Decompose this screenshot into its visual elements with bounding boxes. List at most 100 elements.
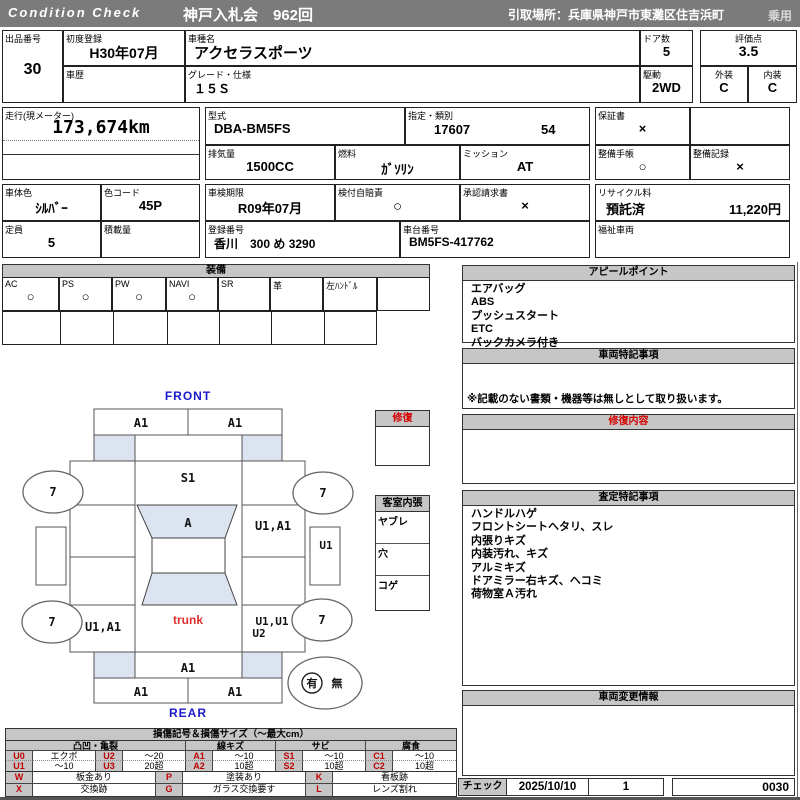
legend-code: L	[305, 784, 333, 796]
model-code-cell: 型式 DBA-BM5FS	[205, 107, 405, 145]
rear-panel-damage: A1	[181, 661, 195, 675]
equipment-pw-label: PW	[115, 279, 130, 289]
equipment-ps-label: PS	[62, 279, 75, 289]
first-registration-cell: 初度登録 H30年07月	[63, 30, 185, 66]
legend-desc: 10超	[213, 761, 276, 771]
equipment-extra-cell	[377, 277, 430, 311]
body-color-value: ｼﾙﾊﾞｰ	[35, 201, 68, 216]
legend-desc: ～10	[33, 761, 96, 771]
legend-code: G	[155, 784, 183, 796]
assessment-notes-panel: 査定特記事項 ハンドルハゲ フロントシートヘタリ、スレ 内張りキズ 内装汚れ、キ…	[462, 490, 795, 686]
legend-code: K	[305, 772, 333, 784]
wheel-front-left-size: 7	[49, 485, 56, 499]
insurance-cell: 検付自賠責 ○	[335, 184, 460, 221]
check-label: チェック	[459, 779, 507, 795]
brand-logo: Condition Check	[8, 5, 142, 20]
fuel-cell: 燃料 ｶﾞｿﾘﾝ	[335, 145, 460, 180]
score-value: 3.5	[738, 43, 759, 59]
legend-desc: ガラス交換要す	[182, 784, 306, 796]
lot-number-cell: 出品番号 30	[2, 30, 63, 103]
body-color-cell: 車体色 ｼﾙﾊﾞｰ	[2, 184, 101, 221]
trim-cell: グレード・仕様 １５Ｓ	[185, 66, 640, 103]
inspection-expiry-cell: 車検期限 R09年07月	[205, 184, 335, 221]
legend-desc: ～20	[123, 751, 186, 761]
equipment-pw-cell: PW ○	[112, 277, 166, 311]
payload-label: 積載量	[104, 225, 132, 235]
class-number-cell: 指定・類別 17607 54	[405, 107, 590, 145]
displacement-value: 1500CC	[246, 159, 294, 174]
exterior-grade-cell: 外装 C	[700, 66, 748, 103]
pickup-location: 引取場所：兵庫県神戸市東灘区住吉浜町	[508, 8, 725, 22]
inspection-expiry-value: R09年07月	[237, 201, 303, 216]
check-row: チェック 2025/10/10 1	[458, 778, 664, 796]
page-right-border	[797, 262, 798, 797]
recycle-amount: 11,220円	[728, 202, 781, 217]
wheel-rear-right-size: 7	[318, 613, 325, 627]
equipment-navi-label: NAVI	[169, 279, 190, 289]
front-bumper-left-damage: A1	[134, 416, 148, 430]
vehicle-change-header: 車両変更情報	[463, 691, 794, 706]
odometer-value: 173,674km	[52, 117, 150, 138]
odometer-divider-solid	[3, 154, 199, 155]
check-count: 1	[622, 781, 630, 793]
tools-presence-oval	[287, 656, 363, 710]
drive-value: 2WD	[652, 80, 681, 95]
doors-value: 5	[662, 44, 671, 59]
left-rear-quarter-damage: U1,A1	[85, 620, 121, 634]
history-cell: 車歴	[63, 66, 185, 103]
interior-grade-cell: 内装 C	[748, 66, 797, 103]
maintenance-book-cell: 整備手帳 ○	[595, 145, 690, 180]
insurance-value: ○	[392, 198, 403, 215]
recycle-status: 預託済	[606, 202, 646, 217]
history-label: 車歴	[66, 70, 85, 80]
appeal-item: エアバッグ	[471, 283, 526, 295]
legend-code: C1	[366, 751, 393, 761]
right-sill-damage: U1	[319, 539, 333, 552]
legend-desc: エクボ	[33, 751, 96, 761]
exterior-grade-value: C	[719, 80, 729, 95]
legend-group-scratch: 線キズ	[186, 741, 276, 751]
rear-window-shape	[141, 572, 238, 606]
equipment-sr-label: SR	[221, 279, 234, 289]
registration-number-cell: 登録番号 香川 300 め 3290	[205, 221, 400, 258]
capacity-cell: 定員 5	[2, 221, 101, 258]
vehicle-notes-panel: 車両特記事項 ※記載のない書類・機器等は無しとして取り扱います。	[462, 348, 795, 409]
repair-mark-box: 修復	[375, 410, 430, 466]
legend-code: S2	[276, 761, 303, 771]
appeal-points-panel: アピールポイント エアバッグ ABS プッシュスタート ETC バックカメラ付き	[462, 265, 795, 349]
right-front-door-damage: U1,A1	[255, 519, 291, 533]
windshield-damage: A	[184, 516, 192, 530]
legend-desc: 10超	[393, 761, 456, 771]
color-code-value: 45P	[138, 198, 163, 213]
repair-mark-header: 修復	[376, 411, 429, 427]
assessment-item: 内装汚れ、キズ	[471, 548, 549, 561]
legend-code: A2	[186, 761, 213, 771]
equipment-navi-cell: NAVI ○	[166, 277, 218, 311]
legend-code: A1	[186, 751, 213, 761]
equipment-pw-value: ○	[135, 289, 143, 304]
legend-code: U3	[96, 761, 123, 771]
vehicle-category: 乗用	[767, 9, 792, 23]
warranty-spare-cell	[690, 107, 790, 145]
right-rear-quarter-damage-2: U2	[252, 627, 265, 640]
fuel-value: ｶﾞｿﾘﾝ	[381, 162, 414, 177]
trunk-label: trunk	[173, 613, 203, 627]
welfare-label: 福祉車両	[598, 225, 635, 235]
auction-title: 神戸入札会 962回	[183, 7, 314, 24]
legend-desc: 交換跡	[33, 784, 156, 796]
legend-code: X	[6, 784, 33, 796]
warranty-value: ×	[638, 121, 647, 136]
odometer-cell: 走行(現メーター) 173,674km	[2, 107, 200, 180]
equipment-ps-value: ○	[81, 289, 90, 304]
cabin-lining-box: 客室内張 ヤブレ 穴 コゲ	[375, 495, 430, 611]
equipment-empty-row	[2, 311, 377, 345]
assessment-item: フロントシートヘタリ、スレ	[471, 521, 614, 534]
legend-code: U0	[6, 751, 33, 761]
legend-code: C2	[366, 761, 393, 771]
front-bumper-right-damage: A1	[228, 416, 242, 430]
chassis-number-value: BM5FS-417762	[409, 235, 494, 249]
equipment-ac-cell: AC ○	[2, 277, 59, 311]
hood-damage: S1	[181, 471, 195, 485]
rear-bumper-left-damage: A1	[134, 685, 148, 699]
equipment-ac-label: AC	[5, 279, 18, 289]
